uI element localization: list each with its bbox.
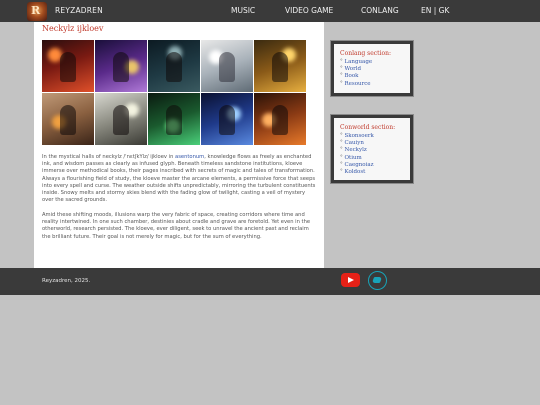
- conlang-link-resource[interactable]: Resource: [340, 81, 372, 88]
- conworld-link-koldost[interactable]: Koldost: [340, 169, 374, 176]
- conworld-link-caegnoiaz[interactable]: Caegnoiaz: [340, 162, 374, 169]
- gallery-image-3[interactable]: [148, 40, 200, 92]
- conworld-link-neckylz[interactable]: Neckylz: [340, 147, 374, 154]
- conlang-section-title: Conlang section:: [340, 50, 391, 57]
- gallery-image-7[interactable]: [95, 93, 147, 145]
- nav-video-game[interactable]: VIDEO GAME: [285, 6, 333, 15]
- gallery-image-9[interactable]: [201, 93, 253, 145]
- gallery-image-8[interactable]: [148, 93, 200, 145]
- asentonum-link[interactable]: asentonum: [175, 154, 204, 160]
- gallery-image-4[interactable]: [201, 40, 253, 92]
- nav-conlang[interactable]: CONLANG: [361, 6, 399, 15]
- gallery-image-6[interactable]: [42, 93, 94, 145]
- gallery-image-1[interactable]: [42, 40, 94, 92]
- gallery-image-5[interactable]: [254, 40, 306, 92]
- second-paragraph: Amid these shifting moods, illusions war…: [42, 212, 311, 240]
- site-brand[interactable]: REYZADREN: [55, 6, 103, 15]
- nav-music[interactable]: MUSIC: [231, 6, 255, 15]
- conlang-section-box: Conlang section: Language World Book Res…: [331, 41, 413, 96]
- gallery-image-10[interactable]: [254, 93, 306, 145]
- conlang-link-book[interactable]: Book: [340, 73, 372, 80]
- conworld-link-skonsoerk[interactable]: Skonsoerk: [340, 133, 374, 140]
- play-icon: [348, 276, 354, 283]
- conlang-links: Language World Book Resource: [340, 59, 373, 88]
- gallery-image-2[interactable]: [95, 40, 147, 92]
- intro-paragraph: In the mystical halls of neckylz /ˈnɛtʃk…: [42, 154, 318, 204]
- page-title: Neckylz ijkloev: [42, 24, 104, 33]
- bird-icon[interactable]: [368, 271, 387, 290]
- logo-icon: R: [31, 4, 41, 17]
- main-content: Neckylz ijkloev In the mystical halls of…: [34, 22, 324, 268]
- paragraph-text-start: In the mystical halls of neckylz /ˈnɛtʃk…: [42, 154, 176, 160]
- nav-language-switch[interactable]: EN | GK: [421, 6, 449, 15]
- footer: Reyzadren, 2025.: [0, 268, 540, 295]
- top-nav-bar: R REYZADREN MUSIC VIDEO GAME CONLANG EN …: [0, 0, 540, 22]
- conlang-link-world[interactable]: World: [340, 66, 372, 73]
- copyright-text: Reyzadren, 2025.: [42, 278, 91, 284]
- youtube-icon[interactable]: [341, 273, 360, 287]
- conworld-link-cauiyn[interactable]: Cauiyn: [340, 140, 374, 147]
- site-logo[interactable]: R: [27, 2, 47, 21]
- paragraph-text-end: , knowledge flows as freely as enchanted…: [42, 154, 316, 204]
- conworld-section-title: Conworld section:: [340, 124, 396, 131]
- conlang-link-language[interactable]: Language: [340, 59, 373, 66]
- conworld-section-box: Conworld section: Skonsoerk Cauiyn Necky…: [331, 115, 413, 183]
- conworld-links: Skonsoerk Cauiyn Neckylz Otium Caegnoiaz…: [340, 133, 374, 176]
- image-gallery: [42, 40, 306, 146]
- bird-shape: [371, 276, 383, 283]
- conworld-link-otium[interactable]: Otium: [340, 155, 374, 162]
